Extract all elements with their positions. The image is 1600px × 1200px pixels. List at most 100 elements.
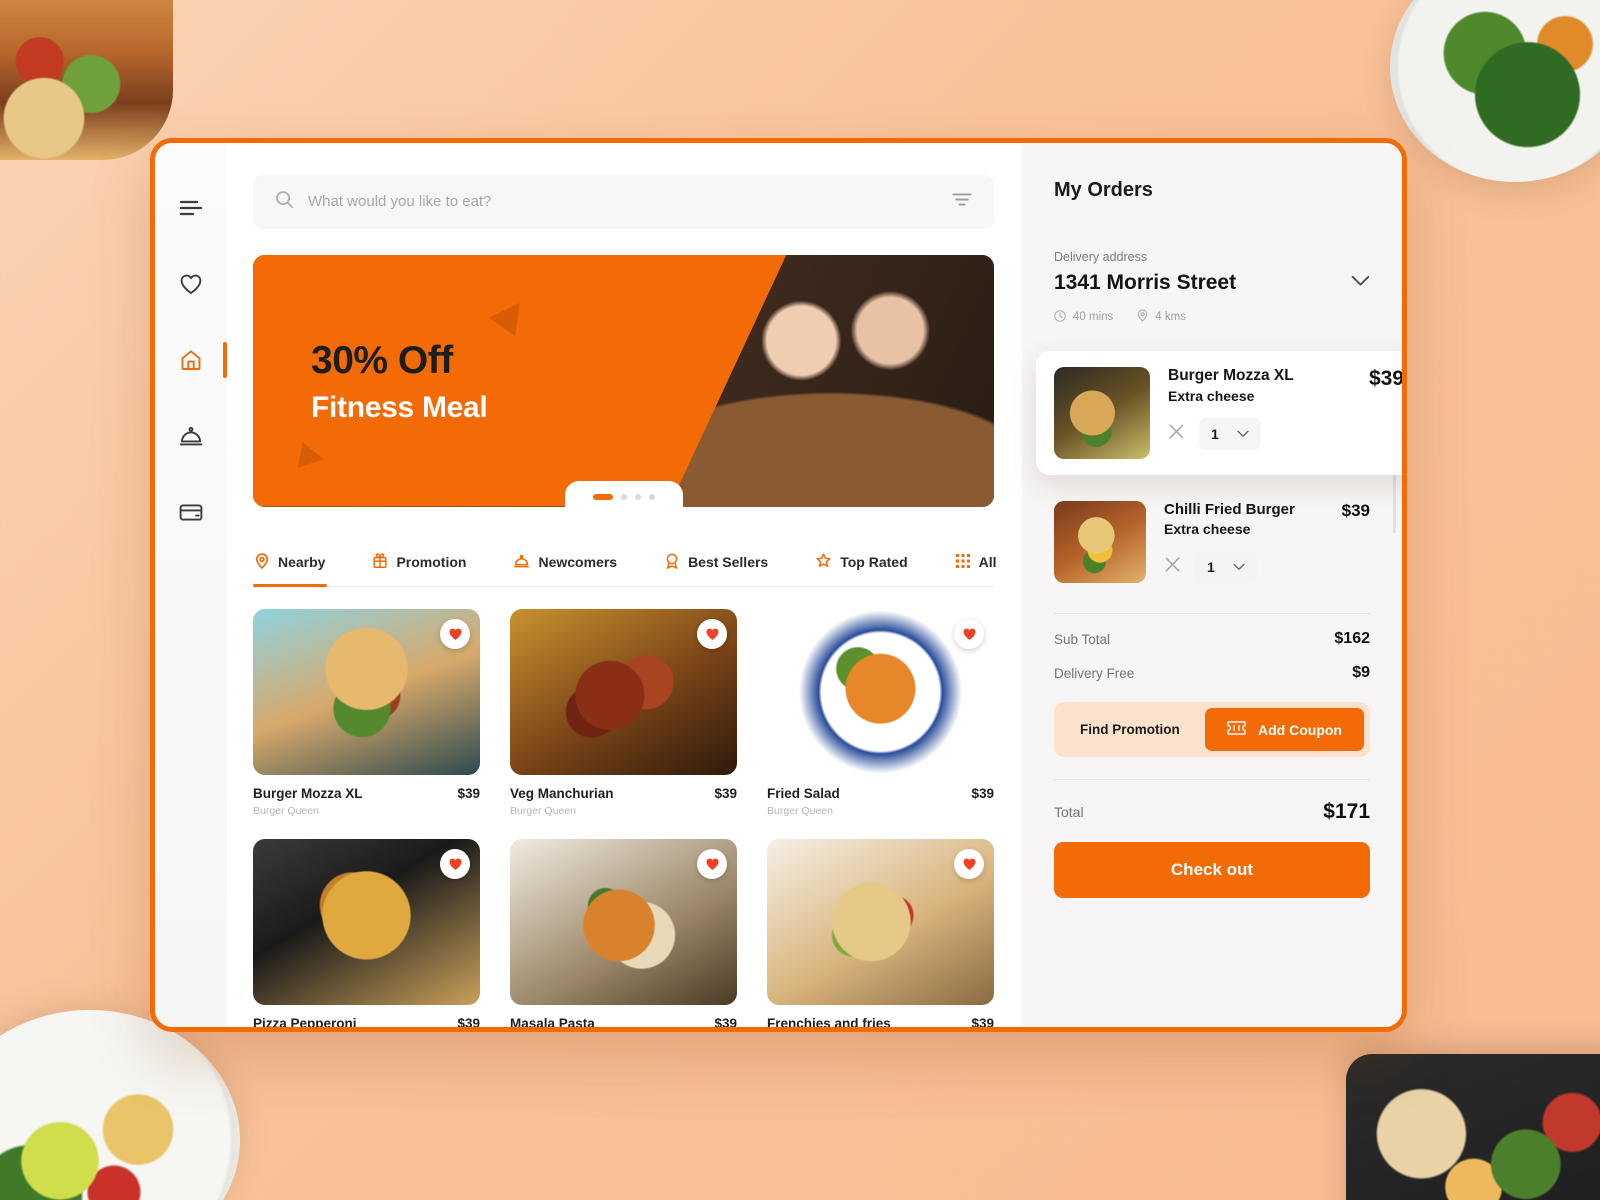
- food-title: Pizza Pepperoni: [253, 1015, 357, 1028]
- delivery-fee-value: $9: [1352, 664, 1370, 681]
- food-shop: Burger Queen: [510, 804, 576, 817]
- chevron-down-icon[interactable]: [1237, 425, 1249, 443]
- food-image: [767, 608, 994, 775]
- food-price: $39: [714, 1015, 737, 1028]
- subtotal-row: Sub Total $162: [1054, 630, 1370, 648]
- sidebar-item-home[interactable]: [170, 339, 227, 381]
- food-shop: Burger Queen: [767, 804, 833, 817]
- quantity-value: 1: [1207, 559, 1215, 575]
- favorite-button[interactable]: [697, 618, 727, 649]
- cart-item-thumbnail: [1054, 501, 1146, 583]
- distance-text: 4 kms: [1155, 311, 1186, 323]
- find-promotion-label[interactable]: Find Promotion: [1060, 722, 1180, 737]
- total-label: Total: [1054, 804, 1084, 820]
- cart-title: My Orders: [1054, 179, 1153, 201]
- search-bar[interactable]: [253, 175, 994, 229]
- cart-item-price: $39: [1341, 501, 1370, 520]
- app-window: 30% Off Fitness Meal Nearby: [150, 138, 1407, 1032]
- delivery-address-row[interactable]: 1341 Morris Street: [1054, 271, 1370, 295]
- decor-food-tray-image: [1346, 1054, 1600, 1200]
- sidebar-item-menu[interactable]: [170, 187, 212, 229]
- favorite-button[interactable]: [697, 848, 727, 879]
- distance-meta: 4 kms: [1137, 309, 1186, 325]
- chevron-down-icon[interactable]: [1351, 274, 1370, 292]
- cloche-icon: [514, 554, 530, 571]
- star-icon: [816, 553, 831, 571]
- food-card[interactable]: Veg Manchurian $39 Burger Queen: [510, 608, 737, 817]
- food-price: $39: [971, 785, 994, 801]
- food-price: $39: [971, 1015, 994, 1028]
- sidebar-item-orders[interactable]: [170, 415, 212, 457]
- cart-item-name: Chilli Fried Burger: [1164, 501, 1295, 518]
- food-title: Fried Salad: [767, 785, 840, 801]
- menu-icon: [180, 200, 202, 216]
- tab-nearby[interactable]: Nearby: [253, 539, 328, 587]
- total-row: Total $171: [1054, 800, 1370, 824]
- grid-icon: [955, 553, 970, 571]
- tab-newcomers[interactable]: Newcomers: [512, 540, 619, 585]
- carousel-dot-active[interactable]: [592, 493, 613, 500]
- cart-item-option: Extra cheese: [1168, 388, 1255, 404]
- food-image: [767, 838, 994, 1005]
- banner-subhead: Fitness Meal: [311, 390, 488, 424]
- cart-item[interactable]: Chilli Fried Burger Extra cheese $39 1: [1054, 487, 1370, 597]
- tab-all[interactable]: All: [954, 540, 999, 585]
- remove-item-icon[interactable]: [1164, 556, 1181, 578]
- subtotal-label: Sub Total: [1054, 631, 1111, 647]
- promotion-bar: Find Promotion Add Coupon: [1054, 702, 1370, 757]
- total-value: $171: [1323, 800, 1370, 823]
- favorite-button[interactable]: [954, 848, 984, 879]
- tab-best-sellers[interactable]: Best Sellers: [663, 539, 770, 586]
- home-icon: [179, 348, 203, 372]
- promo-banner[interactable]: 30% Off Fitness Meal: [253, 254, 994, 507]
- location-pin-icon: [255, 552, 269, 572]
- quantity-stepper[interactable]: 1: [1199, 418, 1261, 450]
- carousel-dot[interactable]: [620, 493, 627, 500]
- quantity-stepper[interactable]: 1: [1195, 551, 1257, 583]
- clock-icon: [1054, 309, 1066, 325]
- food-card[interactable]: Frenchies and fries $39 Burger Queen: [767, 838, 994, 1028]
- food-price: $39: [457, 1015, 480, 1028]
- checkout-button[interactable]: Check out: [1054, 842, 1370, 898]
- chevron-down-icon[interactable]: [1233, 558, 1245, 576]
- food-title: Frenchies and fries: [767, 1015, 891, 1028]
- eta-text: 40 mins: [1073, 311, 1114, 323]
- food-card[interactable]: Pizza Pepperoni $39 Burger Queen: [253, 838, 480, 1028]
- favorite-button[interactable]: [440, 848, 470, 879]
- food-image: [253, 608, 480, 775]
- tab-promotion[interactable]: Promotion: [371, 539, 468, 585]
- gift-icon: [373, 553, 388, 571]
- sidebar-item-payments[interactable]: [170, 491, 212, 533]
- food-card[interactable]: Burger Mozza XL $39 Burger Queen: [253, 608, 480, 817]
- remove-item-icon[interactable]: [1168, 423, 1185, 445]
- filter-icon[interactable]: [952, 192, 972, 212]
- category-tabs: Nearby Promotion Newcomers Best Sellers …: [253, 539, 997, 587]
- cart-item-option: Extra cheese: [1164, 521, 1251, 537]
- cart-item-name: Burger Mozza XL: [1168, 367, 1294, 384]
- tab-top-rated[interactable]: Top Rated: [814, 539, 909, 585]
- search-input[interactable]: [308, 193, 938, 211]
- tab-label: Nearby: [278, 554, 326, 570]
- food-card[interactable]: Fried Salad $39 Burger Queen: [767, 608, 994, 817]
- carousel-dots: [564, 480, 683, 507]
- favorite-button[interactable]: [954, 618, 984, 649]
- divider: [1054, 613, 1370, 614]
- carousel-dot[interactable]: [634, 493, 641, 500]
- tab-label: Top Rated: [840, 554, 908, 570]
- tab-label: Best Sellers: [688, 554, 769, 570]
- decor-burger-image: [0, 0, 173, 160]
- tab-label: Newcomers: [538, 554, 618, 570]
- decor-salad-bowl-image: [1390, 0, 1600, 182]
- cart-item[interactable]: Burger Mozza XL Extra cheese $39 1: [1036, 351, 1402, 475]
- add-coupon-button[interactable]: Add Coupon: [1205, 708, 1364, 751]
- food-image: [510, 608, 737, 775]
- food-shop: Burger Queen: [253, 804, 319, 817]
- sidebar-item-favorites[interactable]: [170, 263, 212, 305]
- favorite-button[interactable]: [440, 618, 470, 649]
- room-service-icon: [179, 425, 203, 447]
- food-title: Masala Pasta: [510, 1015, 595, 1028]
- food-grid: Burger Mozza XL $39 Burger Queen Veg Man…: [253, 608, 994, 1028]
- carousel-dot[interactable]: [648, 493, 655, 500]
- credit-card-icon: [179, 503, 203, 522]
- food-card[interactable]: Masala Pasta $39 Burger Queen: [510, 838, 737, 1028]
